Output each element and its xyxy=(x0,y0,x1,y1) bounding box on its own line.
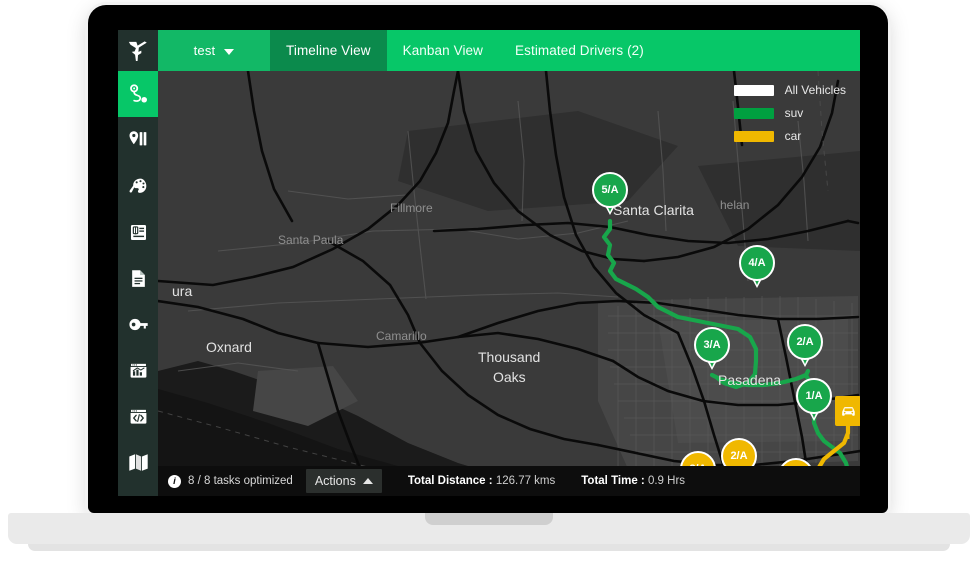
route-stop-marker-label: 1/A xyxy=(796,378,832,414)
depot-marker[interactable] xyxy=(835,396,860,439)
sidebar-item-billing[interactable] xyxy=(118,209,158,255)
tab-timeline-view-label: Timeline View xyxy=(286,43,371,58)
legend-row[interactable]: All Vehicles xyxy=(733,83,846,97)
chart-window-icon xyxy=(129,362,147,378)
route-stop-marker[interactable]: 4/A xyxy=(739,245,775,289)
tab-estimated-drivers-label: Estimated Drivers (2) xyxy=(515,43,644,58)
key-icon xyxy=(128,318,148,330)
total-time-label: Total Time : xyxy=(581,475,645,487)
map-canvas[interactable]: Fillmore Santa Clarita Santa Paula ura Camar… xyxy=(158,71,860,496)
legend-swatch xyxy=(733,107,774,119)
sidebar-item-theme[interactable] xyxy=(118,163,158,209)
route-stop-marker-label: 5/A xyxy=(592,172,628,208)
laptop-trackpad-notch xyxy=(425,513,553,525)
document-icon xyxy=(131,269,145,287)
total-distance-value: 126.77 kms xyxy=(495,475,556,487)
total-distance-stat: Total Distance : 126.77 kms xyxy=(408,475,555,487)
route-stop-marker[interactable]: 3/A xyxy=(694,327,730,371)
top-navigation-bar: test Timeline View Kanban View Estimated… xyxy=(118,30,860,71)
map-legend: All Vehicles suv car xyxy=(733,83,846,143)
status-bar: i 8 / 8 tasks optimized Actions Total Di… xyxy=(158,466,860,496)
code-window-icon xyxy=(129,408,147,424)
route-path-icon xyxy=(129,83,147,103)
application-window: test Timeline View Kanban View Estimated… xyxy=(118,30,860,496)
route-stop-marker[interactable]: 2/A xyxy=(787,324,823,368)
tab-timeline-view[interactable]: Timeline View xyxy=(270,30,387,71)
tab-kanban-view[interactable]: Kanban View xyxy=(387,30,499,71)
depot-marker-tip xyxy=(846,426,850,439)
legend-row[interactable]: car xyxy=(733,129,846,143)
folded-map-icon xyxy=(128,453,148,471)
tasks-optimized-status: i 8 / 8 tasks optimized xyxy=(168,474,293,488)
project-selector-label: test xyxy=(193,43,216,58)
legend-swatch xyxy=(733,130,774,142)
sidebar-item-api-keys[interactable] xyxy=(118,301,158,347)
actions-button[interactable]: Actions xyxy=(305,469,382,493)
route-stop-marker-label: 2/A xyxy=(787,324,823,360)
app-logo[interactable] xyxy=(118,30,158,71)
vehicle-car-icon xyxy=(841,406,855,416)
sidebar-item-locations[interactable] xyxy=(118,117,158,163)
left-sidebar xyxy=(118,71,158,496)
total-distance-label: Total Distance : xyxy=(407,475,493,487)
total-time-value: 0.9 Hrs xyxy=(647,475,686,487)
legend-label: suv xyxy=(784,106,804,120)
invoice-icon xyxy=(130,224,146,240)
flightmap-bird-icon xyxy=(128,40,147,61)
tab-estimated-drivers[interactable]: Estimated Drivers (2) xyxy=(499,30,660,71)
project-selector[interactable]: test xyxy=(158,30,270,71)
legend-row[interactable]: suv xyxy=(733,106,846,120)
laptop-mockup: test Timeline View Kanban View Estimated… xyxy=(0,0,978,561)
route-stop-marker[interactable]: 5/A xyxy=(592,172,628,216)
route-stop-marker-label: 4/A xyxy=(739,245,775,281)
sidebar-item-documents[interactable] xyxy=(118,255,158,301)
palette-icon xyxy=(129,178,147,193)
actions-button-label: Actions xyxy=(314,474,356,488)
tab-kanban-view-label: Kanban View xyxy=(402,43,484,58)
route-stop-marker[interactable]: 1/A xyxy=(796,378,832,422)
route-stop-marker-label: 3/A xyxy=(694,327,730,363)
map-marker-icon xyxy=(129,131,147,146)
legend-swatch xyxy=(733,84,774,96)
sidebar-item-maps[interactable] xyxy=(118,439,158,485)
sidebar-item-analytics[interactable] xyxy=(118,347,158,393)
sidebar-item-developer[interactable] xyxy=(118,393,158,439)
info-icon: i xyxy=(168,474,181,488)
sidebar-item-routes[interactable] xyxy=(118,71,158,117)
legend-label: All Vehicles xyxy=(784,83,846,97)
tasks-optimized-text: 8 / 8 tasks optimized xyxy=(188,475,293,487)
chevron-down-icon xyxy=(224,48,235,55)
total-time-stat: Total Time : 0.9 Hrs xyxy=(581,475,685,487)
caret-up-icon xyxy=(362,478,373,484)
laptop-base-lip xyxy=(28,544,950,551)
legend-label: car xyxy=(784,129,802,143)
